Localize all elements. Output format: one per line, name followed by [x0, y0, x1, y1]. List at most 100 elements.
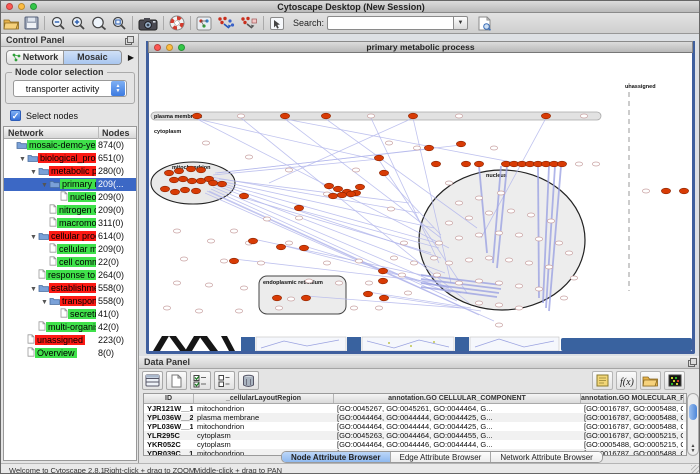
gene-node[interactable] [565, 251, 572, 255]
network-tree-item[interactable]: multi-organism pro42(0) [4, 321, 136, 334]
highlighted-gene-node[interactable] [160, 186, 169, 192]
highlighted-gene-node[interactable] [374, 155, 383, 161]
new-attribute-icon[interactable] [166, 371, 187, 390]
gene-node[interactable] [202, 141, 209, 145]
highlighted-gene-node[interactable] [191, 188, 200, 194]
import-network-icon[interactable] [215, 14, 236, 32]
unselect-attributes-icon[interactable] [214, 371, 235, 390]
gene-node[interactable] [207, 239, 214, 243]
column-header[interactable]: ID [144, 394, 194, 403]
gene-node[interactable] [515, 233, 522, 237]
snapshot-icon[interactable] [137, 14, 159, 32]
highlighted-gene-node[interactable] [239, 193, 248, 199]
highlighted-gene-node[interactable] [170, 189, 179, 195]
highlighted-gene-node[interactable] [474, 161, 483, 167]
network-tree-item[interactable]: ▼cellular process614(0) [4, 230, 136, 243]
gene-node[interactable] [275, 306, 282, 310]
attribute-table-row[interactable]: YJR121W__1mitochondrion[GO:0045267, GO:0… [144, 404, 686, 413]
attribute-table-row[interactable]: YLR295Ccytoplasm[GO:0045263, GO:0044464,… [144, 431, 686, 440]
gene-node[interactable] [547, 219, 554, 223]
gene-node[interactable] [455, 281, 462, 285]
highlighted-gene-node[interactable] [178, 176, 187, 182]
delete-attribute-icon[interactable] [238, 371, 259, 390]
highlighted-gene-node[interactable] [456, 141, 465, 147]
gene-node[interactable] [240, 286, 247, 290]
highlighted-gene-node[interactable] [461, 161, 470, 167]
help-icon[interactable] [168, 14, 186, 32]
save-session-icon[interactable] [23, 14, 40, 32]
network-tree-item[interactable]: nitrogen compo209(0) [4, 204, 136, 217]
highlighted-gene-node[interactable] [192, 113, 201, 119]
highlighted-gene-node[interactable] [208, 180, 217, 186]
open-session-icon[interactable] [2, 14, 21, 32]
highlighted-gene-node[interactable] [337, 192, 346, 198]
node-color-combo[interactable]: transporter activity ▲▼ [13, 80, 127, 97]
highlighted-gene-node[interactable] [196, 167, 205, 173]
zoom-fit-icon[interactable] [110, 14, 128, 32]
tab-network-attribute-browser[interactable]: Network Attribute Browser [491, 452, 601, 462]
highlighted-gene-node[interactable] [541, 113, 550, 119]
highlighted-gene-node[interactable] [346, 191, 355, 197]
tab-network[interactable]: Network [7, 51, 64, 64]
network-tree-item[interactable]: ▼biological_process651(0) [4, 152, 136, 165]
attribute-table-row[interactable]: YKR052Ccytoplasm[GO:0044464, GO:0044446,… [144, 440, 686, 449]
network-tree-item[interactable]: cell communicat22(0) [4, 256, 136, 269]
import-attributes-icon[interactable] [640, 371, 661, 390]
gene-node[interactable] [535, 287, 542, 291]
gene-node[interactable] [323, 261, 330, 265]
column-header[interactable]: annotation.GO CELLULAR_COMPONENT [334, 394, 581, 403]
zoom-in-icon[interactable] [69, 14, 87, 32]
network-tree-item[interactable]: macromolecule311(0) [4, 217, 136, 230]
highlighted-gene-node[interactable] [276, 244, 285, 250]
zoom-out-icon[interactable] [49, 14, 67, 32]
gene-node[interactable] [365, 281, 372, 285]
gene-node[interactable] [485, 211, 492, 215]
highlighted-gene-node[interactable] [661, 188, 670, 194]
highlighted-gene-node[interactable] [379, 295, 388, 301]
gene-node[interactable] [385, 141, 392, 145]
highlighted-gene-node[interactable] [272, 295, 281, 301]
gene-node[interactable] [527, 213, 534, 217]
gene-node[interactable] [525, 261, 532, 265]
search-input[interactable] [327, 16, 453, 30]
network-tree-item[interactable]: Overview8(0) [4, 347, 136, 360]
search-options-icon[interactable] [476, 14, 493, 32]
gene-node[interactable] [263, 217, 270, 221]
highlighted-gene-node[interactable] [294, 205, 303, 211]
tab-edge-attribute-browser[interactable]: Edge Attribute Browser [391, 452, 492, 462]
attribute-table-row[interactable]: YPL036W__2plasma membrane[GO:0044464, GO… [144, 413, 686, 422]
gene-node[interactable] [535, 237, 542, 241]
gene-node[interactable] [455, 114, 462, 118]
vizmapper-icon[interactable] [195, 14, 213, 32]
gene-node[interactable] [400, 241, 407, 245]
gene-node[interactable] [435, 241, 442, 245]
gene-node[interactable] [305, 279, 312, 283]
gene-node[interactable] [465, 216, 472, 220]
gene-node[interactable] [475, 279, 482, 283]
network-tree-item[interactable]: cellular metabo209(0) [4, 243, 136, 256]
highlighted-gene-node[interactable] [186, 166, 195, 172]
gene-node[interactable] [475, 301, 482, 305]
highlighted-gene-node[interactable] [379, 170, 388, 176]
highlighted-gene-node[interactable] [363, 291, 372, 297]
gene-node[interactable] [570, 276, 577, 280]
gene-node[interactable] [465, 258, 472, 262]
network-tree-item[interactable]: nucleobase-209(0) [4, 191, 136, 204]
highlighted-gene-node[interactable] [187, 178, 196, 184]
scrollbar-thumb[interactable] [689, 404, 697, 420]
gene-node[interactable] [195, 309, 202, 313]
gene-node[interactable] [445, 181, 452, 185]
gene-node[interactable] [295, 216, 302, 220]
search-dropdown-button[interactable]: ▼ [453, 16, 468, 30]
highlighted-gene-node[interactable] [301, 295, 310, 301]
gene-node[interactable] [413, 146, 420, 150]
gene-node[interactable] [404, 291, 411, 295]
gene-node[interactable] [285, 241, 292, 245]
gene-node[interactable] [495, 281, 502, 285]
gene-node[interactable] [507, 209, 514, 213]
highlighted-gene-node[interactable] [324, 183, 333, 189]
highlighted-gene-node[interactable] [355, 184, 364, 190]
network-canvas[interactable]: plasma membrane cytoplasm mitochondrion … [149, 53, 692, 351]
float-panel-icon[interactable] [125, 36, 134, 45]
gene-node[interactable] [497, 191, 504, 195]
